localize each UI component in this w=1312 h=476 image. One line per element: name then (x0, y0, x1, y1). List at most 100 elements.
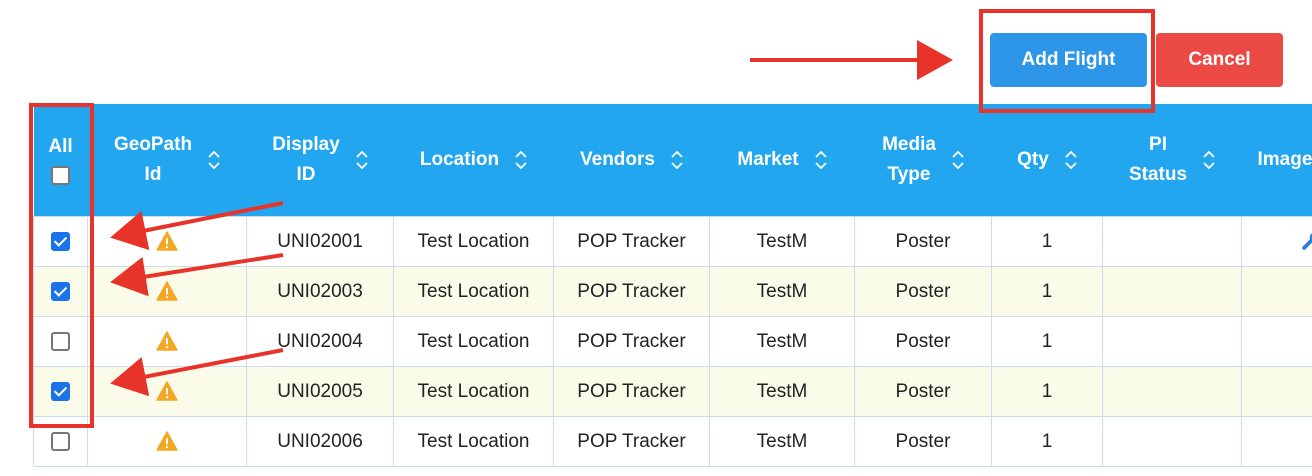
table-row[interactable]: UNI02006 Test Location POP Tracker TestM Pos… (33, 416, 1312, 467)
row-checkbox[interactable] (51, 231, 70, 251)
qty-cell: 1 (991, 316, 1103, 367)
geopath-cell (87, 266, 247, 317)
table-row[interactable]: UNI02003 Test Location POP Tracker TestM Pos… (33, 266, 1312, 317)
add-flight-button[interactable]: Add Flight (990, 33, 1147, 87)
select-cell (33, 416, 88, 467)
sort-icon[interactable] (952, 149, 964, 171)
market-cell: TestM (709, 366, 855, 417)
geopath-cell (87, 316, 247, 367)
media-type-cell: Poster (854, 266, 992, 317)
column-header[interactable]: Media Type (854, 104, 992, 217)
cancel-button[interactable]: Cancel (1156, 33, 1283, 87)
column-header-line: Status (1128, 164, 1188, 185)
table-row[interactable]: UNI02001 Test Location POP Tracker TestM Pos… (33, 216, 1312, 267)
column-header-line: Display (272, 134, 340, 155)
row-checkbox[interactable] (51, 381, 70, 401)
market-cell: TestM (709, 316, 855, 367)
vendor-cell: POP Tracker (553, 216, 710, 267)
pi-status-cell (1102, 216, 1242, 267)
column-header[interactable]: Image (1241, 104, 1312, 217)
row-checkbox[interactable] (51, 281, 70, 301)
table-row[interactable]: UNI02004 Test Location POP Tracker TestM Pos… (33, 316, 1312, 367)
table-body: UNI02001 Test Location POP Tracker TestM Pos… (33, 216, 1312, 467)
display-id-cell[interactable]: UNI02004 (246, 316, 394, 367)
market-cell: TestM (709, 266, 855, 317)
warning-icon (156, 231, 178, 252)
image-cell (1241, 366, 1312, 417)
column-header-label: Location (420, 145, 499, 175)
select-all-label: All (48, 135, 73, 157)
row-checkbox[interactable] (51, 331, 70, 351)
qty-cell: 1 (991, 366, 1103, 417)
display-id-cell[interactable]: UNI02003 (246, 266, 394, 317)
inventory-table: All GeoPath Id Display ID Location Vendors Mar… (33, 104, 1312, 467)
market-cell: TestM (709, 416, 855, 467)
sort-icon[interactable] (208, 149, 220, 171)
image-cell (1241, 216, 1312, 267)
column-header-label: Display ID (272, 130, 340, 190)
column-header-label: Qty (1017, 145, 1049, 175)
location-cell: Test Location (393, 266, 554, 317)
media-type-cell: Poster (854, 216, 992, 267)
column-header[interactable]: Location (393, 104, 554, 217)
column-header-label: Market (737, 145, 798, 175)
column-header[interactable]: Display ID (246, 104, 394, 217)
sort-icon[interactable] (671, 149, 683, 171)
media-type-cell: Poster (854, 316, 992, 367)
display-id-cell[interactable]: UNI02006 (246, 416, 394, 467)
column-header-label: Media Type (882, 130, 936, 190)
column-header-line: Type (887, 164, 931, 185)
wrench-icon[interactable] (1300, 230, 1312, 252)
location-cell: Test Location (393, 416, 554, 467)
table-row[interactable]: UNI02005 Test Location POP Tracker TestM Pos… (33, 366, 1312, 417)
select-cell (33, 216, 88, 267)
toolbar: Add Flight Cancel (0, 0, 1312, 100)
select-all-checkbox[interactable] (51, 165, 70, 185)
column-header-label: Image (1258, 145, 1312, 175)
pi-status-cell (1102, 366, 1242, 417)
column-header[interactable]: Vendors (553, 104, 710, 217)
vendor-cell: POP Tracker (553, 266, 710, 317)
pi-status-cell (1102, 316, 1242, 367)
column-header-line: ID (296, 164, 316, 185)
select-cell (33, 266, 88, 317)
column-header-line: GeoPath (113, 134, 193, 155)
warning-icon (156, 331, 178, 352)
geopath-cell (87, 216, 247, 267)
column-header[interactable]: Qty (991, 104, 1103, 217)
column-header-label: Vendors (580, 145, 655, 175)
vendor-cell: POP Tracker (553, 316, 710, 367)
sort-icon[interactable] (1203, 149, 1215, 171)
location-cell: Test Location (393, 366, 554, 417)
location-cell: Test Location (393, 316, 554, 367)
select-all-column-header: All (33, 104, 88, 217)
warning-icon (156, 381, 178, 402)
vendor-cell: POP Tracker (553, 366, 710, 417)
geopath-cell (87, 416, 247, 467)
column-header[interactable]: GeoPath Id (87, 104, 247, 217)
column-header-line: Qty (1017, 149, 1049, 170)
row-checkbox[interactable] (51, 431, 70, 451)
select-cell (33, 366, 88, 417)
display-id-cell[interactable]: UNI02005 (246, 366, 394, 417)
media-type-cell: Poster (854, 366, 992, 417)
pi-status-cell (1102, 266, 1242, 317)
qty-cell: 1 (991, 416, 1103, 467)
sort-icon[interactable] (1065, 149, 1077, 171)
vendor-cell: POP Tracker (553, 416, 710, 467)
column-header-line: Market (737, 149, 799, 170)
select-cell (33, 316, 88, 367)
location-cell: Test Location (393, 216, 554, 267)
sort-icon[interactable] (814, 149, 827, 171)
sort-icon[interactable] (515, 149, 527, 171)
column-header-label: GeoPath Id (114, 130, 192, 190)
pi-status-cell (1102, 416, 1242, 467)
image-cell (1241, 416, 1312, 467)
market-cell: TestM (709, 216, 855, 267)
column-header-line: Id (144, 164, 162, 185)
qty-cell: 1 (991, 266, 1103, 317)
column-header[interactable]: PI Status (1102, 104, 1242, 217)
display-id-cell[interactable]: UNI02001 (246, 216, 394, 267)
column-header[interactable]: Market (709, 104, 855, 217)
sort-icon[interactable] (356, 149, 368, 171)
